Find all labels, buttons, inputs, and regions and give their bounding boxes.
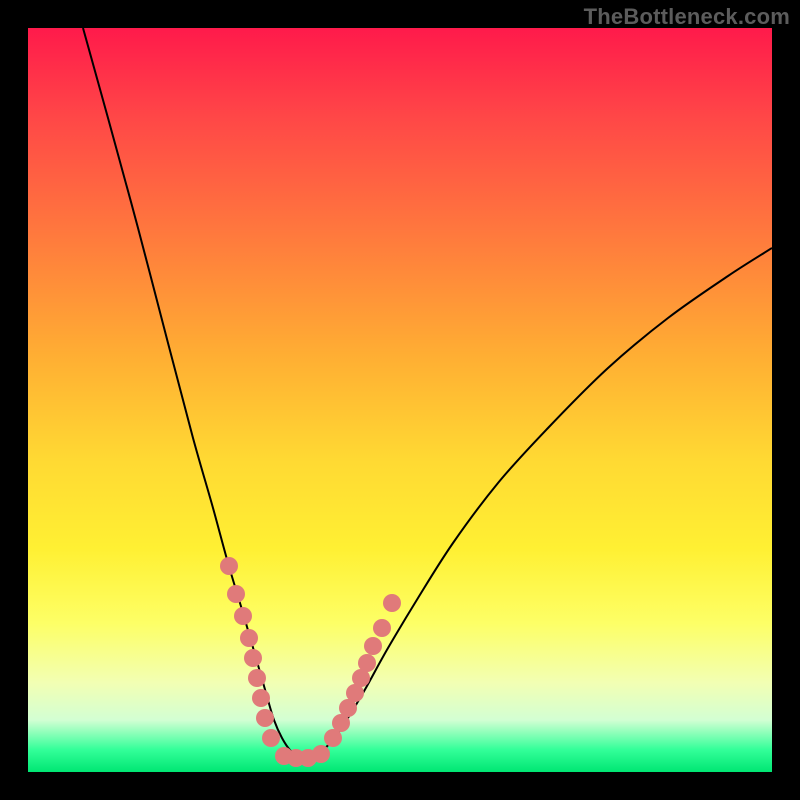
- marker-dot: [248, 669, 266, 687]
- marker-dot: [383, 594, 401, 612]
- marker-dot: [373, 619, 391, 637]
- marker-dot: [256, 709, 274, 727]
- plot-area: [28, 28, 772, 772]
- marker-dot: [240, 629, 258, 647]
- marker-dot: [234, 607, 252, 625]
- marker-dot: [244, 649, 262, 667]
- marker-dot: [358, 654, 376, 672]
- watermark-text: TheBottleneck.com: [584, 4, 790, 30]
- marker-dot: [262, 729, 280, 747]
- marker-dot: [364, 637, 382, 655]
- bottleneck-curve: [83, 28, 772, 758]
- marker-dot: [312, 745, 330, 763]
- marker-dot: [227, 585, 245, 603]
- marker-dot: [252, 689, 270, 707]
- marker-dot: [220, 557, 238, 575]
- marker-dots-group: [220, 557, 401, 767]
- curve-group: [83, 28, 772, 758]
- chart-svg: [28, 28, 772, 772]
